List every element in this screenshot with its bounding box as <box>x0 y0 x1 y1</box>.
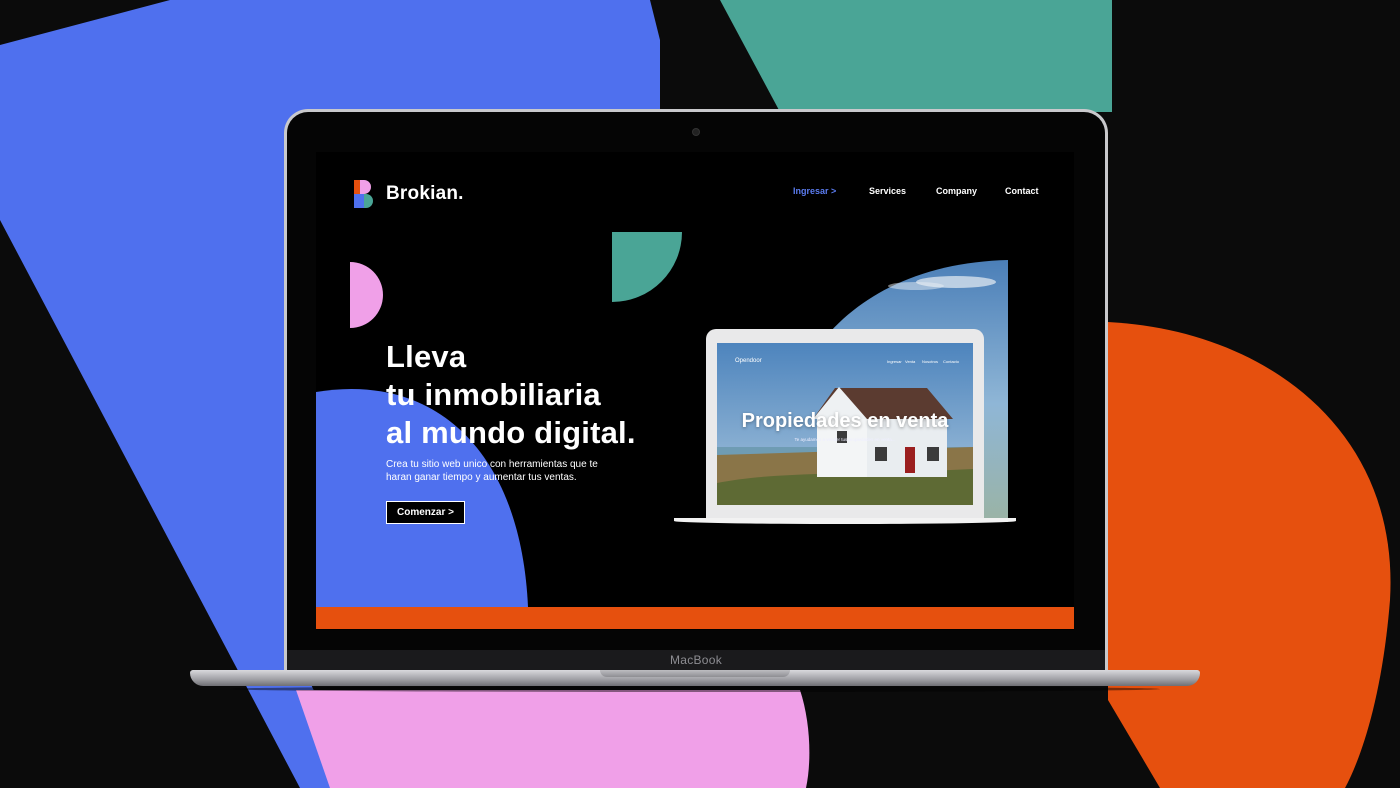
device-label: MacBook <box>669 653 723 667</box>
pink-half-circle-shape <box>350 262 383 328</box>
headline-line-2: tu inmobiliaria <box>386 377 601 412</box>
nav-services[interactable]: Services <box>869 186 906 196</box>
mockup-nav-1[interactable]: Ingresar <box>887 359 902 364</box>
nav-ingresar[interactable]: Ingresar > <box>793 186 836 196</box>
orange-footer-bar <box>316 607 1074 629</box>
nav-company[interactable]: Company <box>936 186 977 196</box>
nav-contact[interactable]: Contact <box>1005 186 1039 196</box>
comenzar-button[interactable]: Comenzar > <box>386 501 465 524</box>
teal-quarter-shape <box>612 232 682 302</box>
pink-shape <box>296 690 810 788</box>
mockup-brand: Opendoor <box>735 358 762 364</box>
headline-line-1: Lleva <box>386 339 467 374</box>
laptop-screen: Brokian. Ingresar > Services Company Con… <box>316 152 1074 630</box>
laptop-shadow <box>230 686 1160 692</box>
mockup-subtitle: Te ayudamos a vender tus propiedades en … <box>794 437 896 442</box>
mockup-title: Propiedades en venta <box>741 410 949 432</box>
camera-icon <box>693 129 699 135</box>
headline-line-3: al mundo digital. <box>386 415 636 450</box>
hero-headline: Lleva tu inmobiliaria al mundo digital. <box>386 338 636 452</box>
mockup-screen: Opendoor Ingresar Venta Nosotros Contact… <box>717 343 973 505</box>
mockup-nav-2[interactable]: Venta <box>905 359 915 364</box>
laptop-chin: MacBook <box>287 650 1105 672</box>
brand-name: Brokian. <box>386 183 464 204</box>
brand-logo[interactable]: Brokian. <box>354 180 464 208</box>
hero-subtitle: Crea tu sitio web unico con herramientas… <box>386 459 598 483</box>
brokian-logo-icon <box>354 180 373 208</box>
mockup-nav-4[interactable]: Contacto <box>943 359 959 364</box>
laptop-notch <box>600 670 790 677</box>
mockup-nav-3[interactable]: Nosotros <box>922 359 938 364</box>
teal-shape <box>720 0 1112 112</box>
mockup-laptop-base <box>674 518 1016 524</box>
